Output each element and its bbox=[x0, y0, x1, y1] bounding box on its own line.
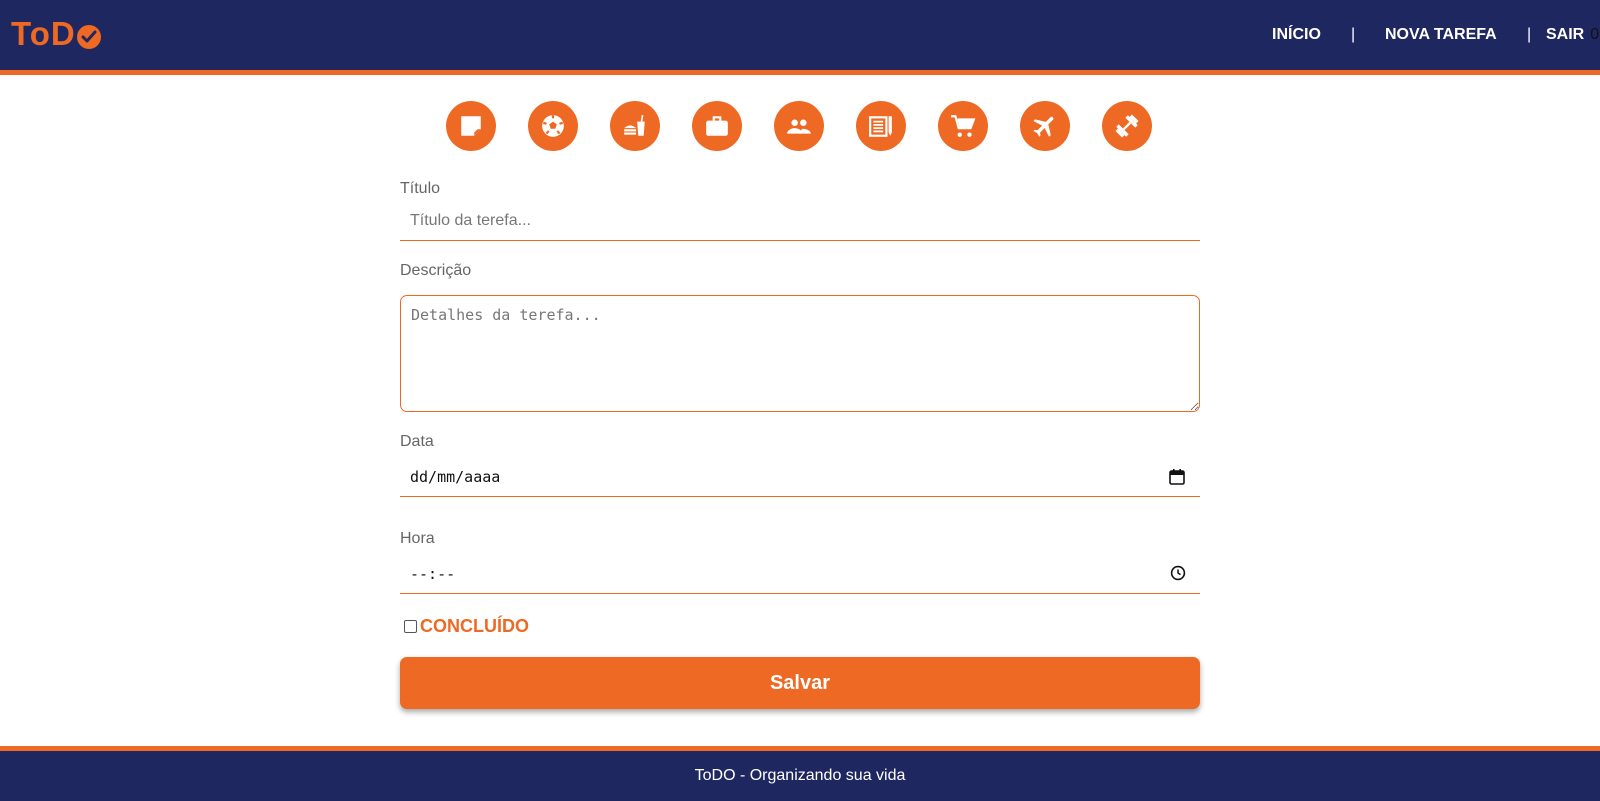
soccer-ball-icon bbox=[542, 115, 564, 137]
category-social-button[interactable] bbox=[774, 101, 824, 151]
description-label: Descrição bbox=[400, 262, 472, 279]
time-input[interactable]: --:-- bbox=[400, 554, 1200, 594]
briefcase-icon bbox=[706, 116, 728, 136]
done-label[interactable]: CONCLUÍDO bbox=[420, 616, 529, 637]
category-shopping-button[interactable] bbox=[938, 101, 988, 151]
nav-separator: | bbox=[1351, 26, 1356, 43]
time-value: --:-- bbox=[410, 564, 456, 583]
done-checkbox-row: CONCLUÍDO bbox=[404, 616, 529, 637]
logo-text: ToD bbox=[11, 15, 76, 52]
dumbbell-icon bbox=[1115, 114, 1139, 138]
fastfood-icon bbox=[624, 115, 645, 136]
clock-icon[interactable] bbox=[1170, 565, 1186, 585]
note-icon bbox=[461, 116, 481, 136]
footer-text: ToDO - Organizando sua vida bbox=[694, 767, 906, 784]
nav-link-logout[interactable]: SAIR bbox=[1546, 26, 1584, 44]
calendar-icon[interactable] bbox=[1168, 468, 1186, 490]
nav-sep-wrap-2: | bbox=[1527, 0, 1531, 70]
category-study-button[interactable] bbox=[856, 101, 906, 151]
category-travel-button[interactable] bbox=[1020, 101, 1070, 151]
category-sports-button[interactable] bbox=[528, 101, 578, 151]
nav-sep-wrap-1: | bbox=[1351, 0, 1355, 70]
title-label: Título bbox=[400, 180, 441, 197]
category-fitness-button[interactable] bbox=[1102, 101, 1152, 151]
footer: ToDO - Organizando sua vida bbox=[0, 746, 1600, 801]
newspaper-icon bbox=[869, 116, 892, 137]
nav-link-home[interactable]: INÍCIO bbox=[1272, 26, 1321, 44]
people-icon bbox=[787, 119, 811, 134]
time-label: Hora bbox=[400, 530, 435, 547]
airplane-icon bbox=[1033, 116, 1054, 137]
date-value: dd/mm/aaaa bbox=[410, 467, 501, 486]
logo[interactable]: ToD bbox=[11, 14, 101, 54]
done-checkbox[interactable] bbox=[404, 620, 417, 633]
shopping-cart-icon bbox=[951, 115, 976, 137]
nav-separator: | bbox=[1527, 26, 1532, 43]
category-work-button[interactable] bbox=[692, 101, 742, 151]
nav-logout-wrap: SAIR 0 bbox=[1546, 0, 1599, 70]
nav-new-wrap: NOVA TAREFA bbox=[1385, 0, 1497, 70]
nav-link-new-task[interactable]: NOVA TAREFA bbox=[1385, 26, 1497, 44]
date-label: Data bbox=[400, 433, 434, 450]
nav-extra-text: 0 bbox=[1590, 26, 1600, 43]
category-note-button[interactable] bbox=[446, 101, 496, 151]
check-icon bbox=[76, 24, 101, 49]
description-textarea[interactable] bbox=[400, 295, 1200, 412]
top-navbar: ToD INÍCIO | NOVA TAREFA | SAIR 0 bbox=[0, 0, 1600, 75]
date-input[interactable]: dd/mm/aaaa bbox=[400, 457, 1200, 497]
title-input[interactable] bbox=[400, 201, 1200, 241]
nav-home-wrap: INÍCIO bbox=[1272, 0, 1321, 70]
save-button[interactable]: Salvar bbox=[400, 657, 1200, 709]
category-selector bbox=[446, 101, 1152, 151]
category-food-button[interactable] bbox=[610, 101, 660, 151]
